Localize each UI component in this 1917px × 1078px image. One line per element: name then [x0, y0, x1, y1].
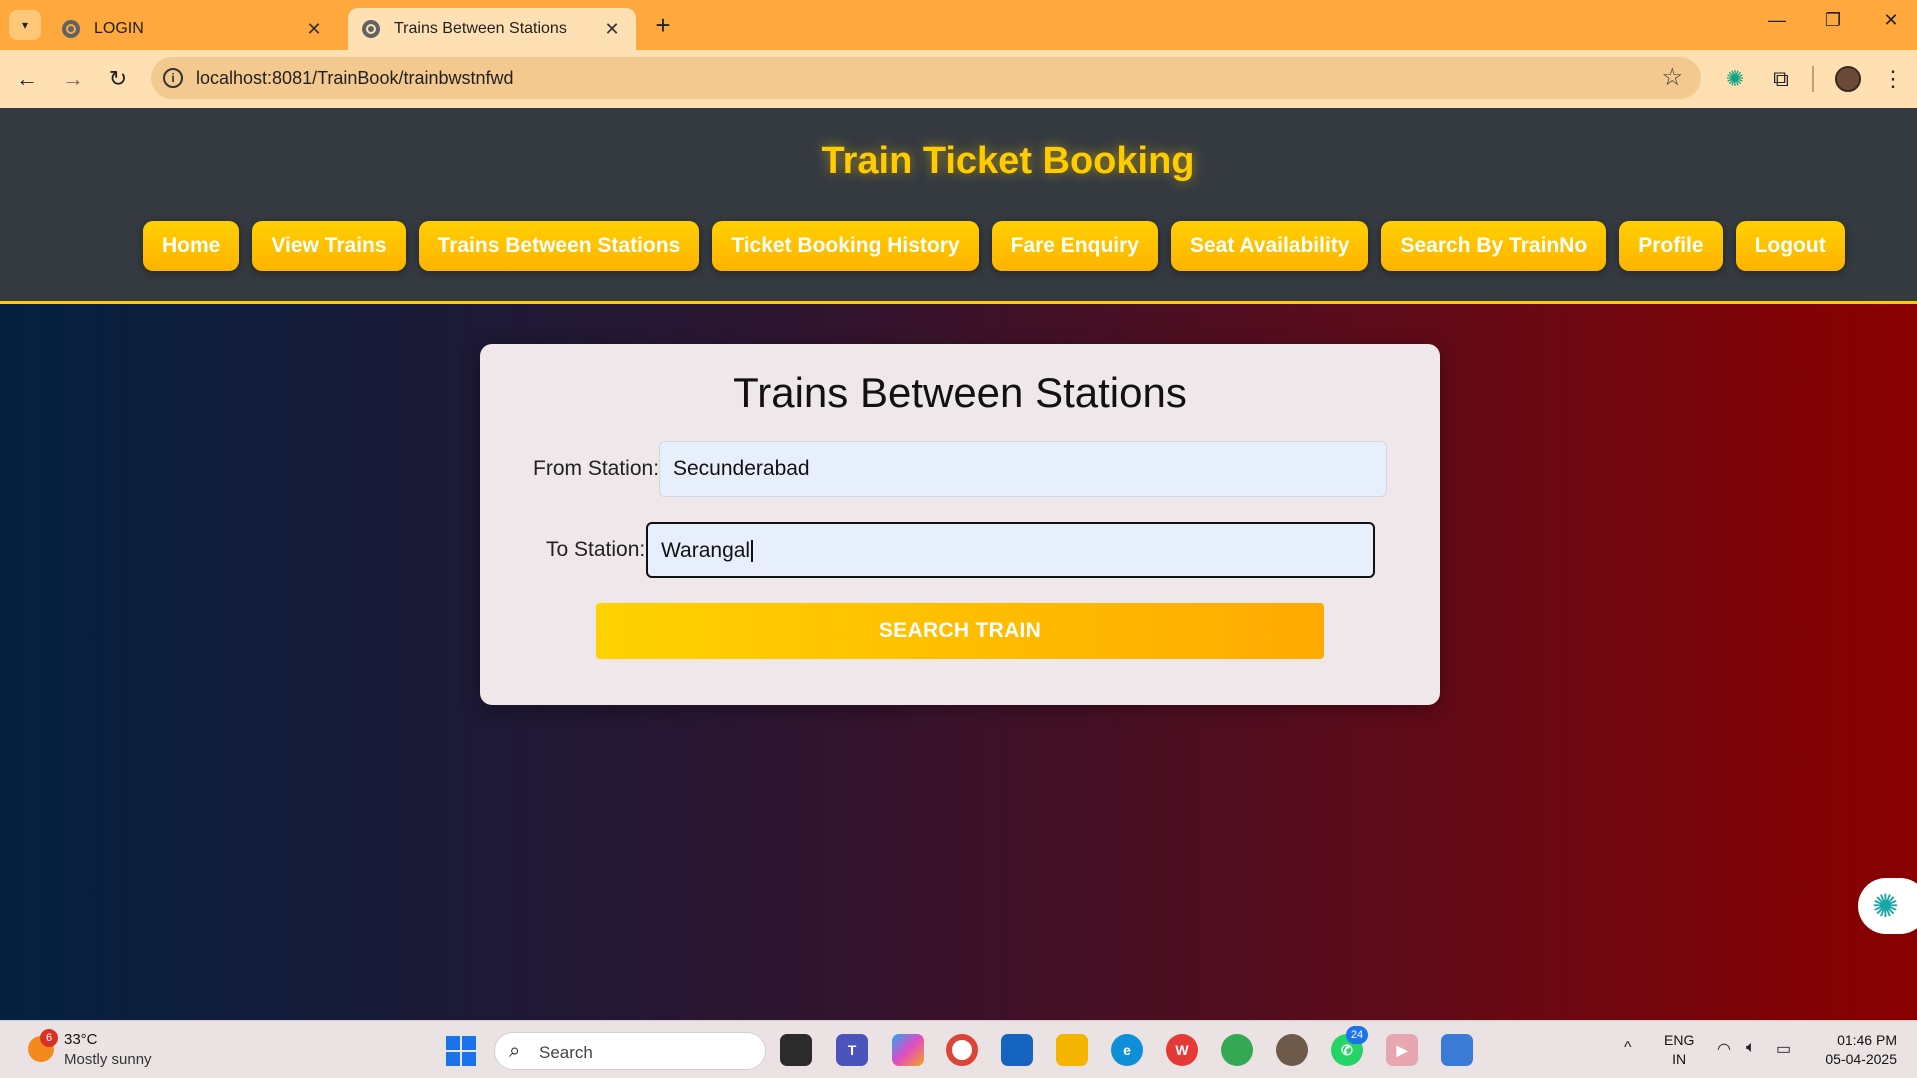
- weather-badge: 6: [40, 1029, 58, 1047]
- restore-icon[interactable]: ❐: [1818, 10, 1848, 31]
- back-arrow-icon[interactable]: ←: [12, 64, 42, 94]
- profile-avatar[interactable]: [1835, 66, 1861, 92]
- wifi-icon[interactable]: ◠: [1717, 1039, 1731, 1059]
- nav-search-by-trainno[interactable]: Search By TrainNo: [1381, 221, 1607, 271]
- whatsapp-badge: 24: [1346, 1026, 1368, 1044]
- url-text[interactable]: localhost:8081/TrainBook/trainbwstnfwd: [196, 68, 514, 89]
- input-language[interactable]: ENG IN: [1664, 1031, 1694, 1069]
- site-title: Train Ticket Booking: [821, 140, 1195, 182]
- clock-time: 01:46 PM: [1837, 1032, 1897, 1048]
- to-station-value: Warangal: [661, 539, 751, 562]
- forward-arrow-icon[interactable]: →: [58, 64, 88, 94]
- tab-search-chevron-icon[interactable]: ▾: [9, 10, 41, 40]
- language-code: ENG: [1664, 1032, 1695, 1048]
- window-close-icon[interactable]: ✕: [1876, 10, 1906, 31]
- main-nav: Home View Trains Trains Between Stations…: [143, 221, 1845, 271]
- taskbar-search[interactable]: ⌕ Search: [494, 1032, 766, 1070]
- weather-temperature[interactable]: 33°C: [64, 1031, 98, 1048]
- store-icon[interactable]: [1001, 1034, 1033, 1066]
- chatgpt-extension-icon[interactable]: ✺: [1720, 64, 1750, 94]
- address-bar[interactable]: i localhost:8081/TrainBook/trainbwstnfwd…: [151, 57, 1701, 99]
- os-taskbar: 6 33°C Mostly sunny ⌕ Search T e W ✆ 24 …: [0, 1020, 1917, 1078]
- browser-tab-trains-between-stations[interactable]: Trains Between Stations ✕: [348, 8, 636, 50]
- assistant-icon: ✺: [1872, 888, 1899, 924]
- extensions-puzzle-icon[interactable]: ⧉: [1766, 64, 1796, 94]
- toolbar-divider: [1812, 66, 1814, 92]
- browser-tab-login[interactable]: LOGIN ✕: [48, 8, 338, 50]
- language-region: IN: [1672, 1051, 1687, 1067]
- text-caret: [751, 540, 754, 563]
- snipping-tool-icon[interactable]: [1441, 1034, 1473, 1066]
- tray-overflow-chevron-icon[interactable]: ^: [1624, 1039, 1632, 1057]
- globe-icon: [362, 20, 380, 38]
- edge-icon[interactable]: e: [1111, 1034, 1143, 1066]
- site-info-icon[interactable]: i: [163, 68, 183, 88]
- from-station-label: From Station:: [533, 457, 660, 480]
- nav-logout[interactable]: Logout: [1735, 221, 1845, 271]
- chrome-icon[interactable]: [946, 1034, 978, 1066]
- search-form-card: Trains Between Stations From Station: Se…: [480, 344, 1440, 705]
- tab-title: Trains Between Stations: [394, 20, 567, 37]
- weather-condition[interactable]: Mostly sunny: [64, 1051, 152, 1068]
- nav-profile[interactable]: Profile: [1619, 221, 1723, 271]
- bookmark-star-icon[interactable]: ☆: [1661, 63, 1683, 92]
- browser-toolbar: ← → ↻ i localhost:8081/TrainBook/trainbw…: [0, 50, 1917, 108]
- task-view-icon[interactable]: [780, 1034, 812, 1066]
- nav-view-trains[interactable]: View Trains: [252, 221, 406, 271]
- nav-home[interactable]: Home: [143, 221, 240, 271]
- site-header: Train Ticket Booking Home View Trains Tr…: [0, 108, 1917, 304]
- floating-assistant-button[interactable]: ✺: [1858, 878, 1917, 934]
- reload-icon[interactable]: ↻: [103, 64, 133, 94]
- taskbar-search-placeholder: Search: [539, 1043, 593, 1062]
- form-title: Trains Between Stations: [733, 369, 1187, 416]
- teams-icon[interactable]: T: [836, 1034, 868, 1066]
- nav-fare-enquiry[interactable]: Fare Enquiry: [991, 221, 1158, 271]
- app-icon[interactable]: [1276, 1034, 1308, 1066]
- file-explorer-icon[interactable]: [1056, 1034, 1088, 1066]
- tab-title: LOGIN: [94, 20, 144, 37]
- nav-seat-availability[interactable]: Seat Availability: [1170, 221, 1369, 271]
- browser-tab-strip: ▾ LOGIN ✕ Trains Between Stations ✕ + — …: [0, 0, 1917, 50]
- more-menu-icon[interactable]: ⋮: [1878, 64, 1908, 94]
- nav-ticket-booking-history[interactable]: Ticket Booking History: [712, 221, 979, 271]
- page-body: Train Ticket Booking Home View Trains Tr…: [0, 108, 1917, 1020]
- volume-icon[interactable]: 🔈︎: [1746, 1039, 1756, 1057]
- media-player-icon[interactable]: ▶: [1386, 1034, 1418, 1066]
- new-tab-plus-icon[interactable]: +: [650, 12, 676, 38]
- chrome-profile-icon[interactable]: [1221, 1034, 1253, 1066]
- close-tab-icon[interactable]: ✕: [602, 19, 622, 40]
- from-station-value: Secunderabad: [673, 457, 810, 480]
- nav-trains-between-stations[interactable]: Trains Between Stations: [418, 221, 700, 271]
- search-train-button[interactable]: SEARCH TRAIN: [596, 603, 1324, 659]
- close-tab-icon[interactable]: ✕: [304, 19, 324, 40]
- to-station-input[interactable]: Warangal: [646, 522, 1375, 578]
- to-station-label: To Station:: [546, 538, 646, 561]
- from-station-input[interactable]: Secunderabad: [659, 441, 1387, 497]
- clock-date: 05-04-2025: [1825, 1051, 1897, 1067]
- windows-start-icon[interactable]: [446, 1036, 476, 1066]
- copilot-icon[interactable]: [892, 1034, 924, 1066]
- wps-office-icon[interactable]: W: [1166, 1034, 1198, 1066]
- globe-icon: [62, 20, 80, 38]
- minimize-icon[interactable]: —: [1762, 10, 1792, 31]
- search-icon: ⌕: [509, 1040, 521, 1062]
- system-clock[interactable]: 01:46 PM 05-04-2025: [1812, 1031, 1897, 1069]
- battery-icon[interactable]: ▭: [1776, 1039, 1791, 1059]
